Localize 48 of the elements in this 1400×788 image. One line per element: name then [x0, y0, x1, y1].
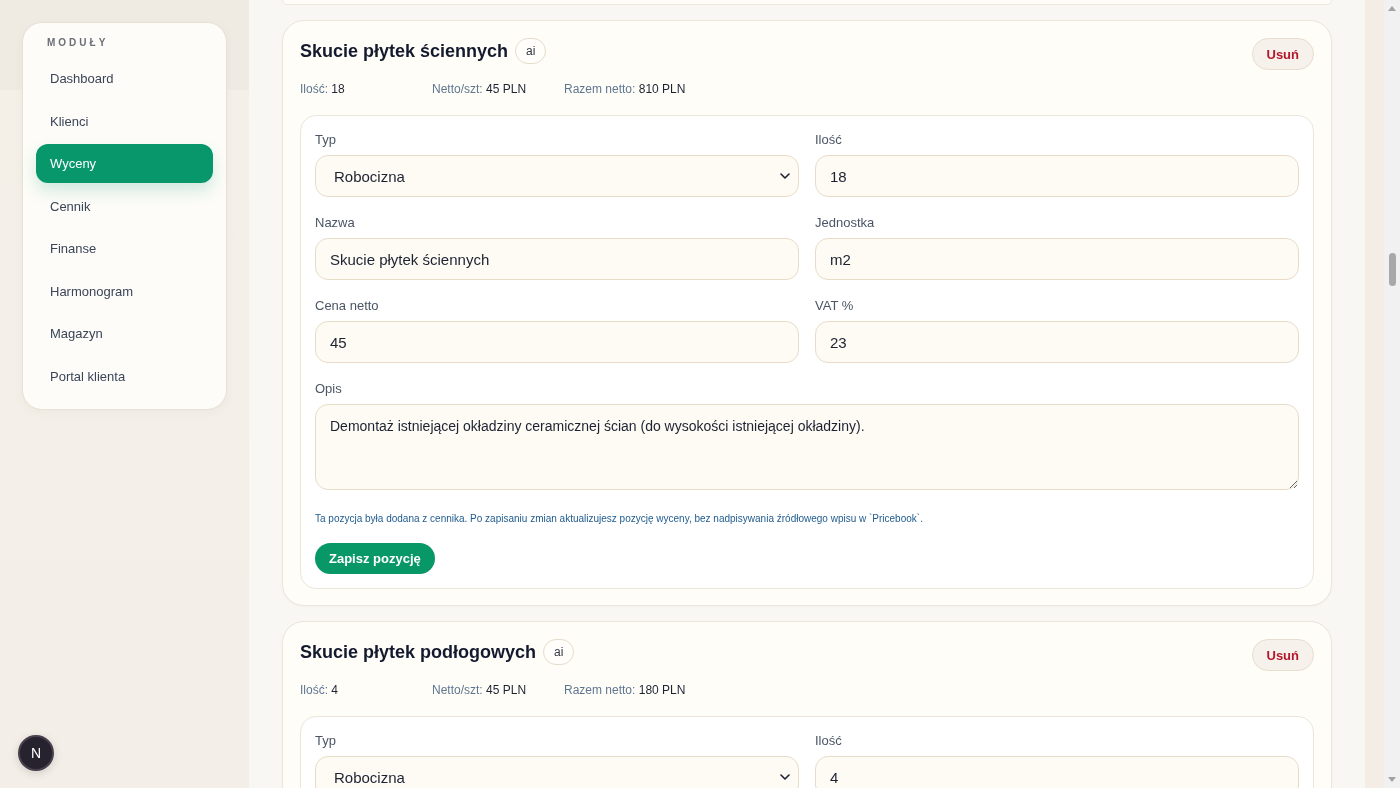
scrollbar[interactable]	[1384, 0, 1400, 788]
input-field[interactable]: 18	[815, 155, 1299, 197]
input-field[interactable]: 4	[815, 756, 1299, 788]
chevron-down-icon	[780, 173, 790, 179]
info-note: Ta pozycja była dodana z cennika. Po zapisaniu zmian aktualizujesz pozycję wyceny, bez nadpisywania źródłowego wpisu w `Pricebook`.	[315, 512, 924, 526]
field-label: Ilość	[815, 132, 843, 148]
field-label: Opis	[315, 381, 343, 397]
nav-item[interactable]: Klienci	[36, 101, 213, 141]
nav-item[interactable]: Harmonogram	[36, 271, 213, 311]
summary-stat: Netto/szt: 45 PLN	[432, 82, 528, 96]
position-title: Skucie płytek podłogowych	[300, 641, 537, 663]
field-label: Nazwa	[315, 215, 356, 231]
summary-stat: Ilość: 4	[300, 683, 340, 697]
nav-item[interactable]: Portal klienta	[36, 356, 213, 396]
delete-button[interactable]: Usuń	[1251, 639, 1314, 671]
dev-badge[interactable]: N	[18, 735, 54, 771]
delete-button[interactable]: Usuń	[1251, 38, 1314, 70]
tag-pill: ai	[515, 38, 547, 64]
field-label: Ilość	[815, 733, 843, 749]
save-button[interactable]: Zapisz pozycję	[315, 543, 435, 574]
textarea-field[interactable]: Demontaż istniejącej okładziny ceramicznej ścian (do wysokości istniejącej okładziny).	[315, 404, 1299, 490]
input-field[interactable]: 45	[315, 321, 799, 363]
summary-stat: Netto/szt: 45 PLN	[432, 683, 528, 697]
nav-item[interactable]: Magazyn	[36, 314, 213, 353]
scroll-down-icon[interactable]	[1388, 777, 1396, 782]
scroll-up-icon[interactable]	[1388, 6, 1396, 11]
position-title: Skucie płytek ściennych	[300, 40, 509, 62]
field-label: VAT %	[815, 298, 855, 314]
field-label: Jednostka	[815, 215, 876, 231]
input-field[interactable]: 23	[815, 321, 1299, 363]
nav-item[interactable]: Finanse	[36, 229, 213, 268]
nav-item[interactable]: Dashboard	[36, 59, 213, 98]
summary-stat: Razem netto: 810 PLN	[564, 82, 686, 96]
select-field[interactable]: Robocizna	[315, 155, 799, 197]
input-field[interactable]: Skucie płytek ściennych	[315, 238, 799, 280]
sidebar-heading: MODUŁY	[46, 36, 110, 50]
scrollbar-thumb[interactable]	[1389, 253, 1396, 286]
tag-pill: ai	[543, 639, 575, 665]
field-label: Cena netto	[315, 298, 380, 314]
input-field[interactable]: m2	[815, 238, 1299, 280]
select-field[interactable]: Robocizna	[315, 756, 799, 788]
field-label: Typ	[315, 733, 337, 749]
summary-stat: Razem netto: 180 PLN	[564, 683, 686, 697]
nav-item[interactable]: Wyceny	[36, 144, 213, 183]
chevron-down-icon	[780, 774, 790, 780]
nav-item[interactable]: Cennik	[36, 186, 213, 226]
summary-stat: Ilość: 18	[300, 82, 346, 96]
field-label: Typ	[315, 132, 337, 148]
